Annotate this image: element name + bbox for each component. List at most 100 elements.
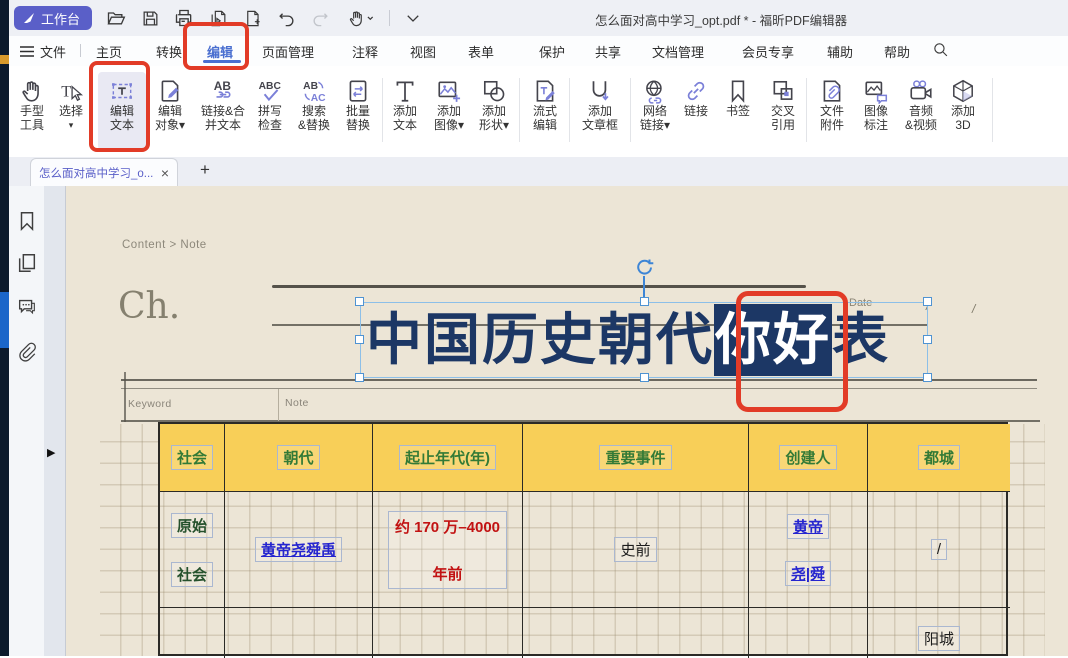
menu-item-help[interactable]: 帮助 <box>884 42 910 61</box>
page-rule-line <box>121 379 1037 381</box>
redo-button[interactable] <box>309 7 331 29</box>
pages-panel-icon[interactable] <box>16 252 38 274</box>
link-merge-text-icon: AB <box>210 72 236 104</box>
toolbar-batch-replace[interactable]: 批量替换 <box>334 72 382 150</box>
audio-video-icon <box>908 72 934 104</box>
new-tab-button[interactable]: + <box>200 160 210 180</box>
menu-item-comment[interactable]: 注释 <box>352 42 378 61</box>
resize-handle-middle-right[interactable] <box>923 335 932 344</box>
menu-item-protect[interactable]: 保护 <box>539 42 565 61</box>
bookmark-flag-icon <box>725 72 751 104</box>
menu-item-page-management[interactable]: 页面管理 <box>262 42 314 61</box>
redo-icon <box>311 9 330 28</box>
workspace-button-label: 工作台 <box>41 9 80 28</box>
toolbar-add-shape[interactable]: 添加形状▾ <box>470 72 518 150</box>
window-title: 怎么面对高中学习_opt.pdf * - 福昕PDF编辑器 <box>595 10 847 29</box>
cross-reference-icon <box>770 72 796 104</box>
menu-item-convert[interactable]: 转换 <box>156 42 182 61</box>
toolbar-link-merge-text[interactable]: AB 链接&合并文本 <box>194 72 252 150</box>
toolbar-link[interactable]: 链接 <box>675 72 717 150</box>
date-slash: / <box>972 302 975 316</box>
batch-replace-icon <box>345 72 371 104</box>
menu-item-file[interactable]: 文件 <box>40 42 66 61</box>
resize-handle-bottom-left[interactable] <box>355 373 364 382</box>
resize-handle-top-right[interactable] <box>923 297 932 306</box>
cell-row2-event <box>523 608 749 658</box>
toolbar-add-article-box[interactable]: 添加文章框 <box>572 72 628 150</box>
save-icon <box>141 9 160 28</box>
toolbar-separator <box>992 78 993 142</box>
menu-item-member-exclusive[interactable]: 会员专享 <box>742 42 794 61</box>
cell-period: 约 170 万–4000年前 <box>373 492 523 608</box>
toolbar-search-replace[interactable]: ABAC 搜索&替换 <box>290 72 338 150</box>
toolbar-file-attachment[interactable]: 文件附件 <box>808 72 856 150</box>
undo-button[interactable] <box>275 7 297 29</box>
document-tab[interactable]: 怎么面对高中学习_o... × <box>30 158 178 186</box>
toolbar-separator <box>806 78 807 142</box>
bookmarks-panel-icon[interactable] <box>16 210 38 232</box>
header-cell-society: 社会 <box>160 424 225 492</box>
add-article-box-icon <box>587 72 613 104</box>
toolbar-add-text[interactable]: 添加文本 <box>381 72 429 150</box>
file-attachment-icon <box>819 72 845 104</box>
hand-tool-quick-button[interactable] <box>343 7 377 29</box>
menu-item-home[interactable]: 主页 <box>96 42 122 61</box>
toolbar-cross-reference[interactable]: 交叉引用 <box>759 72 807 150</box>
menu-item-view[interactable]: 视图 <box>410 42 436 61</box>
annotation-box-edit-text-tool <box>89 61 150 152</box>
header-cell-period: 起止年代(年) <box>373 424 523 492</box>
toolbar-hand-tool[interactable]: 手型工具 <box>8 72 56 150</box>
open-file-button[interactable] <box>105 7 127 29</box>
toolbar-audio-video[interactable]: 音频&视频 <box>896 72 946 150</box>
header-cell-dynasty: 朝代 <box>225 424 373 492</box>
quick-access-separator <box>389 10 390 26</box>
folder-open-icon <box>106 8 126 28</box>
foxit-logo-icon <box>22 11 36 25</box>
background-window-accent <box>0 55 9 64</box>
menu-item-document-management[interactable]: 文档管理 <box>652 42 704 61</box>
sidebar-panel-divider <box>44 186 66 656</box>
annotation-box-edit-menu <box>183 22 249 70</box>
menu-separator <box>80 44 81 57</box>
toolbar-bookmark-tool[interactable]: 书签 <box>717 72 759 150</box>
toolbar-web-link[interactable]: 网络链接▾ <box>631 72 679 150</box>
header-cell-event: 重要事件 <box>523 424 749 492</box>
menu-item-form[interactable]: 表单 <box>468 42 494 61</box>
toolbar-edit-object[interactable]: 编辑对象▾ <box>146 72 194 150</box>
resize-handle-bottom-right[interactable] <box>923 373 932 382</box>
toolbar-spell-check[interactable]: ABC 拼写检查 <box>246 72 294 150</box>
save-button[interactable] <box>139 7 161 29</box>
resize-handle-middle-left[interactable] <box>355 335 364 344</box>
resize-handle-top-middle[interactable] <box>640 297 649 306</box>
keyword-label: Keyword <box>128 398 172 410</box>
flow-edit-icon <box>532 72 558 104</box>
toolbar-add-image[interactable]: 添加图像▾ <box>425 72 473 150</box>
comments-panel-icon[interactable] <box>16 296 38 318</box>
resize-handle-bottom-middle[interactable] <box>640 373 649 382</box>
resize-handle-top-left[interactable] <box>355 297 364 306</box>
toolbar-image-annotation[interactable]: 图像标注 <box>852 72 900 150</box>
toolbar-flow-edit[interactable]: 流式编辑 <box>521 72 569 150</box>
toolbar-add-3d[interactable]: 添加3D <box>942 72 984 150</box>
sidebar-expand-arrow[interactable]: ▶ <box>47 446 55 459</box>
toolbar-select[interactable]: T 选择▾ <box>50 72 92 150</box>
menu-item-accessibility[interactable]: 辅助 <box>827 42 853 61</box>
tab-close-button[interactable]: × <box>161 165 169 181</box>
rotation-handle[interactable] <box>635 258 654 277</box>
page-rule-line <box>272 285 806 288</box>
cell-row2-society <box>160 608 225 658</box>
search-icon[interactable] <box>932 41 949 58</box>
breadcrumb: Content > Note <box>122 239 207 251</box>
workspace-button[interactable]: 工作台 <box>14 6 92 30</box>
customize-toolbar-button[interactable] <box>402 7 424 29</box>
svg-text:AB: AB <box>214 79 232 93</box>
cell-row2-period <box>373 608 523 658</box>
cell-dynasty: 黄帝尧舜禹 <box>225 492 373 608</box>
keyword-note-divider <box>278 389 279 421</box>
hamburger-icon[interactable] <box>20 46 34 57</box>
add-text-icon <box>392 72 418 104</box>
add-shape-icon <box>481 72 507 104</box>
menu-item-share[interactable]: 共享 <box>595 42 621 61</box>
document-tab-title: 怎么面对高中学习_o... <box>39 165 155 181</box>
attachments-panel-icon[interactable] <box>16 341 38 363</box>
